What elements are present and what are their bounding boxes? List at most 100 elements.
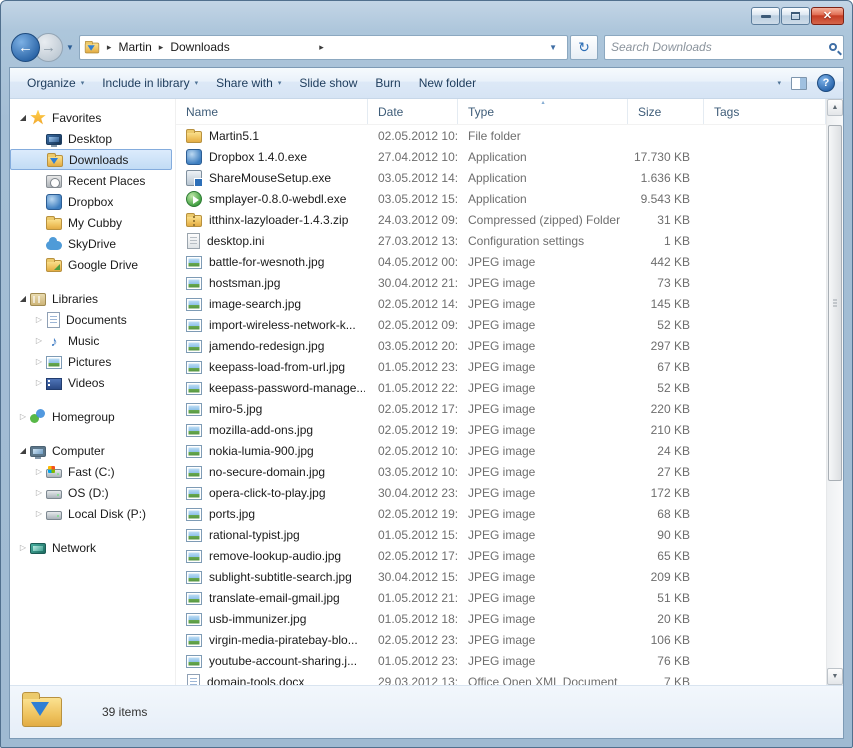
file-row[interactable]: Martin5.1 02.05.2012 10:07 File folder (176, 125, 826, 146)
scrollbar-thumb[interactable] (828, 125, 842, 481)
sidebar-item[interactable]: OS (D:) (10, 482, 175, 503)
breadcrumb-label[interactable]: Martin (118, 40, 151, 54)
file-row[interactable]: Dropbox 1.4.0.exe 27.04.2012 10:38 Appli… (176, 146, 826, 167)
file-row[interactable]: hostsman.jpg 30.04.2012 21:51 JPEG image… (176, 272, 826, 293)
file-row[interactable]: keepass-password-manage... 01.05.2012 22… (176, 377, 826, 398)
sidebar-item[interactable]: Music (10, 330, 175, 351)
toolbar-button[interactable]: New folder ▾ (410, 72, 485, 94)
file-row[interactable]: smplayer-0.8.0-webdl.exe 03.05.2012 15:0… (176, 188, 826, 209)
file-row[interactable]: image-search.jpg 02.05.2012 14:09 JPEG i… (176, 293, 826, 314)
column-header[interactable]: Type (458, 99, 628, 124)
sidebar-item[interactable]: SkyDrive (10, 233, 175, 254)
file-row[interactable]: jamendo-redesign.jpg 03.05.2012 20:10 JP… (176, 335, 826, 356)
file-icon (186, 445, 202, 458)
file-row[interactable]: desktop.ini 27.03.2012 13:35 Configurati… (176, 230, 826, 251)
sidebar-item[interactable]: My Cubby (10, 212, 175, 233)
scroll-up-button[interactable]: ▲ (827, 99, 843, 116)
expander-icon[interactable] (16, 543, 30, 552)
breadcrumb-arrow-icon[interactable]: ▸ (100, 42, 119, 53)
sidebar-item[interactable]: Favorites (10, 107, 175, 128)
address-dropdown-icon[interactable]: ▼ (543, 43, 563, 52)
file-row[interactable]: battle-for-wesnoth.jpg 04.05.2012 00:25 … (176, 251, 826, 272)
minimize-button[interactable] (751, 7, 780, 25)
maximize-button[interactable] (781, 7, 810, 25)
file-row[interactable]: usb-immunizer.jpg 01.05.2012 18:19 JPEG … (176, 608, 826, 629)
preview-pane-button[interactable] (791, 77, 807, 90)
sidebar-item[interactable]: Desktop (10, 128, 175, 149)
file-name: itthinx-lazyloader-1.4.3.zip (209, 213, 348, 227)
file-row[interactable]: import-wireless-network-k... 02.05.2012 … (176, 314, 826, 335)
scroll-down-button[interactable]: ▼ (827, 668, 843, 685)
toolbar-button[interactable]: Organize ▾ (18, 72, 93, 94)
file-type: Compressed (zipped) Folder (458, 213, 628, 227)
file-row[interactable]: nokia-lumia-900.jpg 02.05.2012 10:28 JPE… (176, 440, 826, 461)
sidebar-item-label: Homegroup (52, 410, 115, 424)
column-header[interactable]: Name (176, 99, 368, 124)
expander-icon[interactable] (32, 378, 46, 387)
sidebar-item[interactable]: Libraries (10, 288, 175, 309)
search-icon[interactable] (829, 43, 837, 51)
sidebar-item[interactable]: Google Drive (10, 254, 175, 275)
sidebar-item[interactable]: Local Disk (P:) (10, 503, 175, 524)
file-size: 106 KB (628, 633, 704, 647)
toolbar-button[interactable]: Include in library ▾ (93, 72, 207, 94)
expander-icon[interactable] (16, 113, 30, 122)
file-icon (186, 170, 202, 186)
file-row[interactable]: no-secure-domain.jpg 03.05.2012 10:07 JP… (176, 461, 826, 482)
toolbar-button[interactable]: Slide show ▾ (290, 72, 366, 94)
file-row[interactable]: keepass-load-from-url.jpg 01.05.2012 23:… (176, 356, 826, 377)
recent-pages-caret-icon[interactable]: ▼ (66, 43, 74, 52)
expander-icon[interactable] (16, 446, 30, 455)
breadcrumb-segment[interactable]: ▸ Martin (100, 40, 152, 54)
back-button[interactable]: ← (11, 33, 40, 62)
file-row[interactable]: rational-typist.jpg 01.05.2012 15:12 JPE… (176, 524, 826, 545)
file-row[interactable]: ports.jpg 02.05.2012 19:13 JPEG image 68… (176, 503, 826, 524)
expander-icon[interactable] (16, 412, 30, 421)
file-row[interactable]: youtube-account-sharing.j... 01.05.2012 … (176, 650, 826, 671)
address-bar[interactable]: ▸ Martin ▸ Downloads ▸ ▼ (79, 35, 568, 60)
file-row[interactable]: translate-email-gmail.jpg 01.05.2012 21:… (176, 587, 826, 608)
file-row[interactable]: sublight-subtitle-search.jpg 30.04.2012 … (176, 566, 826, 587)
expander-icon[interactable] (32, 357, 46, 366)
sidebar-item[interactable]: Computer (10, 440, 175, 461)
breadcrumb-trailing-arrow-icon[interactable]: ▸ (312, 42, 331, 53)
sidebar-item[interactable]: Videos (10, 372, 175, 393)
sidebar-item[interactable]: Fast (C:) (10, 461, 175, 482)
column-header[interactable]: Tags (704, 99, 826, 124)
breadcrumb-label[interactable]: Downloads (170, 40, 229, 54)
sidebar-item[interactable]: Network (10, 537, 175, 558)
file-row[interactable]: mozilla-add-ons.jpg 02.05.2012 19:51 JPE… (176, 419, 826, 440)
expander-icon[interactable] (32, 488, 46, 497)
toolbar-button[interactable]: Burn ▾ (366, 72, 409, 94)
file-row[interactable]: itthinx-lazyloader-1.4.3.zip 24.03.2012 … (176, 209, 826, 230)
breadcrumb-segment[interactable]: ▸ Downloads (152, 40, 230, 54)
sidebar-item[interactable]: Homegroup (10, 406, 175, 427)
sidebar-item[interactable]: Dropbox (10, 191, 175, 212)
close-button[interactable]: ✕ (811, 7, 844, 25)
expander-icon[interactable] (16, 294, 30, 303)
vertical-scrollbar[interactable]: ▲ ▼ (826, 99, 843, 685)
change-view-button[interactable]: ▾ (753, 77, 781, 89)
expander-icon[interactable] (32, 315, 46, 324)
expander-icon[interactable] (32, 336, 46, 345)
file-date: 02.05.2012 10:07 (368, 129, 458, 143)
file-row[interactable]: ShareMouseSetup.exe 03.05.2012 14:30 App… (176, 167, 826, 188)
sidebar-item[interactable]: Recent Places (10, 170, 175, 191)
file-row[interactable]: domain-tools.docx 29.03.2012 13:29 Offic… (176, 671, 826, 685)
file-row[interactable]: miro-5.jpg 02.05.2012 17:03 JPEG image 2… (176, 398, 826, 419)
toolbar-button[interactable]: Share with ▾ (207, 72, 290, 94)
column-header[interactable]: Date (368, 99, 458, 124)
sidebar-item[interactable]: Pictures (10, 351, 175, 372)
file-row[interactable]: opera-click-to-play.jpg 30.04.2012 23:01… (176, 482, 826, 503)
sidebar-item[interactable]: Downloads (10, 149, 172, 170)
file-row[interactable]: virgin-media-piratebay-blo... 02.05.2012… (176, 629, 826, 650)
sidebar-item[interactable]: Documents (10, 309, 175, 330)
search-input[interactable] (611, 40, 829, 54)
breadcrumb-arrow-icon[interactable]: ▸ (152, 42, 171, 53)
file-row[interactable]: remove-lookup-audio.jpg 02.05.2012 17:13… (176, 545, 826, 566)
help-button[interactable]: ? (817, 74, 835, 92)
expander-icon[interactable] (32, 509, 46, 518)
column-header[interactable]: Size (628, 99, 704, 124)
expander-icon[interactable] (32, 467, 46, 476)
refresh-button[interactable]: ↻ (570, 35, 598, 60)
